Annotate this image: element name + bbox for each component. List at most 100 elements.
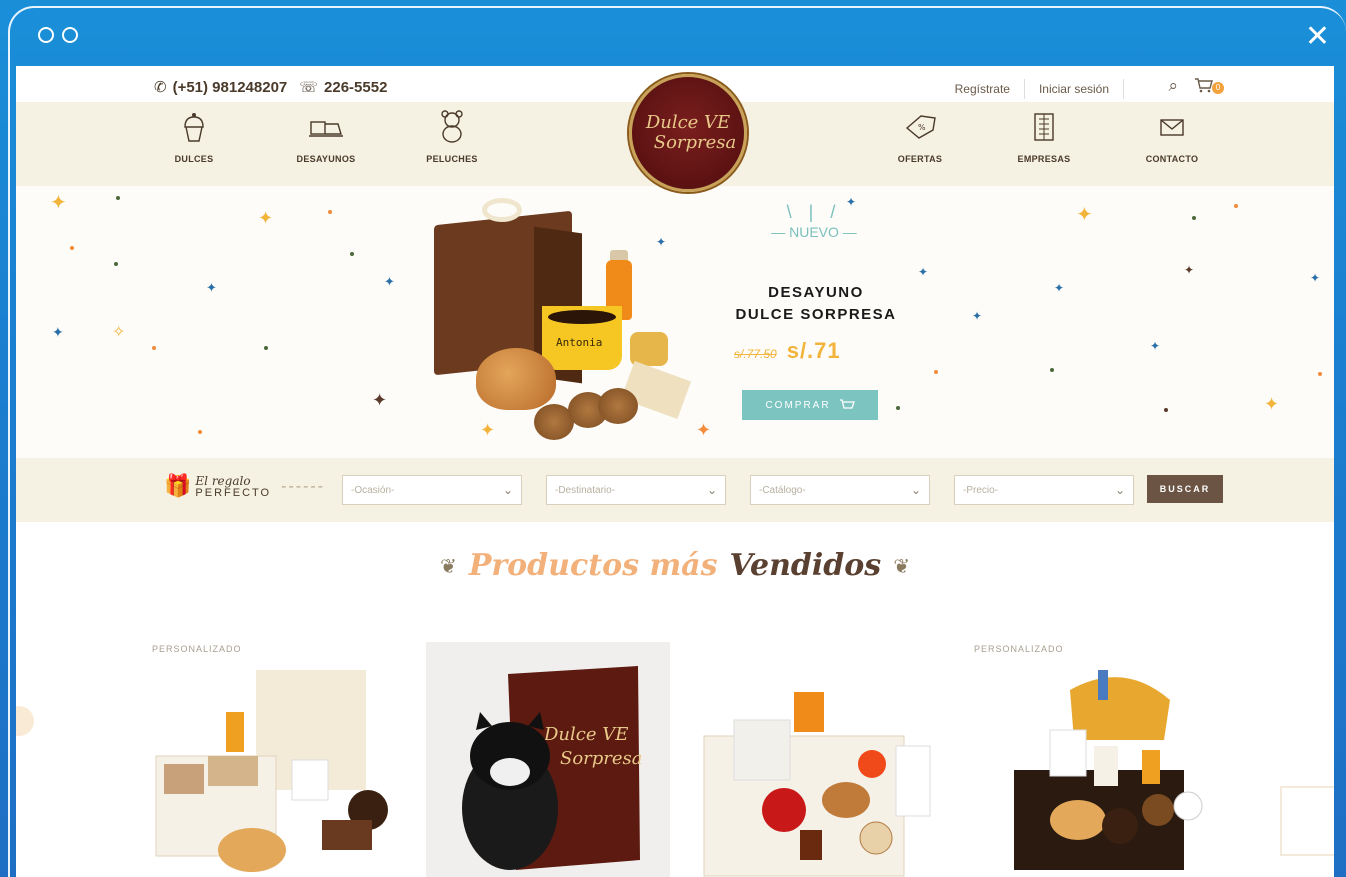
decor-dot xyxy=(114,262,118,266)
leaf-ornament-icon: ❦ xyxy=(440,553,457,578)
hero-banner: ✦ ✦ ✦ ✦ ✧ ✦ ✦ ✦ ✦ ✦ ✦ ✦ ✦ ✦ ✦ ✦ ✦ ✦ ✦ An… xyxy=(16,186,1334,458)
register-link[interactable]: Regístrate xyxy=(955,82,1010,96)
sparkle-icon: ✦ xyxy=(1310,271,1321,285)
catalog-select[interactable]: -Catálogo- ⌄ xyxy=(750,475,930,505)
chevron-down-icon: ⌄ xyxy=(502,483,513,497)
close-icon[interactable]: ✕ xyxy=(1305,22,1330,52)
nav-item-contacto[interactable]: CONTACTO xyxy=(1122,110,1222,164)
sparkle-icon: ✦ xyxy=(1054,281,1065,295)
svg-text:Sorpresa: Sorpresa xyxy=(560,748,643,769)
yellow-mug: Antonia xyxy=(542,306,622,370)
window-controls xyxy=(38,27,78,43)
discount-tag-icon: % xyxy=(870,110,970,144)
decor-dot xyxy=(896,406,900,410)
product-image xyxy=(1014,670,1203,870)
phone-icon: ☏ xyxy=(299,78,319,96)
cart-button[interactable]: 0 xyxy=(1194,76,1224,94)
buy-button-label: COMPRAR xyxy=(765,399,831,411)
new-badge: \ | / — NUEVO — xyxy=(759,202,869,242)
nav-item-ofertas[interactable]: % OFERTAS xyxy=(870,110,970,164)
product-card[interactable]: Dulce VE Sorpresa xyxy=(426,642,670,877)
product-tag: PERSONALIZADO xyxy=(974,644,1064,654)
phone-number[interactable]: 226-5552 xyxy=(324,79,387,96)
sparkle-icon: ✦ xyxy=(1264,394,1280,415)
search-icon[interactable]: ⌕ xyxy=(1168,76,1178,96)
nav-item-desayunos[interactable]: DESAYUNOS xyxy=(276,110,376,164)
new-price: s/.71 xyxy=(786,338,841,363)
sparkle-icon: ✦ xyxy=(384,275,395,290)
coffee xyxy=(548,310,616,324)
nav-label: DESAYUNOS xyxy=(296,154,356,164)
cart-icon xyxy=(1195,78,1213,93)
price-select[interactable]: -Precio- ⌄ xyxy=(954,475,1134,505)
envelope-icon xyxy=(1122,110,1222,144)
decor-shape xyxy=(16,706,34,736)
nav-label: PELUCHES xyxy=(426,154,478,164)
ribbon-bow xyxy=(482,198,522,222)
building-icon xyxy=(994,110,1094,144)
decor-dot xyxy=(152,346,156,350)
product-card[interactable]: PERSONALIZADO xyxy=(152,642,396,877)
window-dot-1[interactable] xyxy=(38,27,54,43)
product-image xyxy=(155,670,388,872)
decor-dot xyxy=(264,346,268,350)
select-value: -Ocasión- xyxy=(351,484,395,496)
product-card[interactable]: PERSONALIZADO xyxy=(974,642,1218,877)
cart-count-badge: 0 xyxy=(1212,82,1224,94)
hero-title-line1: DESAYUNO xyxy=(768,284,864,301)
logo-text-line2: Sorpresa xyxy=(653,132,737,153)
contact-phones: ✆ (+51) 981248207 ☏ 226-5552 xyxy=(154,78,387,96)
decor-dot xyxy=(1192,216,1196,220)
whatsapp-number[interactable]: (+51) 981248207 xyxy=(173,79,288,96)
gift-finder: 🎁 El regalo PERFECTO ------ -Ocasión- ⌄ … xyxy=(16,458,1334,522)
hero-title: DESAYUNO DULCE SORPRESA xyxy=(716,282,916,326)
sparkle-icon: ✦ xyxy=(972,309,983,323)
section-title: ❦ Productos más Vendidos ❦ xyxy=(16,548,1334,583)
product-image xyxy=(703,692,931,877)
login-link[interactable]: Iniciar sesión xyxy=(1039,82,1109,96)
sparkle-icon: ✧ xyxy=(112,322,126,341)
leaf-ornament-icon: ❦ xyxy=(893,553,910,578)
nav-item-dulces[interactable]: DULCES xyxy=(144,110,244,164)
hero-title-line2: DULCE SORPRESA xyxy=(735,306,897,323)
nav-label: OFERTAS xyxy=(897,154,943,164)
decor-dot xyxy=(198,430,202,434)
sparkle-icon: ✦ xyxy=(372,390,388,411)
decor-dot xyxy=(1164,408,1168,412)
logo-text-line1: Dulce VE xyxy=(645,112,731,133)
window-dot-2[interactable] xyxy=(62,27,78,43)
account-links: Regístrate Iniciar sesión xyxy=(955,79,1138,99)
select-value: -Precio- xyxy=(963,484,999,496)
sparkle-icon: ✦ xyxy=(1184,263,1195,277)
product-grid: PERSONALIZADO Dulce VE Sorpresa PERSONAL… xyxy=(152,642,1218,877)
product-card[interactable] xyxy=(700,642,944,877)
cookie xyxy=(598,388,638,424)
decor-dot xyxy=(350,252,354,256)
decor-dot xyxy=(70,246,74,250)
sparkle-icon: ✦ xyxy=(52,325,64,341)
breakfast-tray-icon xyxy=(276,110,376,144)
search-button[interactable]: BUSCAR xyxy=(1147,475,1223,503)
brand-logo[interactable]: Dulce VE Sorpresa xyxy=(629,74,747,192)
nav-label: EMPRESAS xyxy=(1017,154,1071,164)
section-title-part2: Vendidos xyxy=(729,548,882,583)
whatsapp-icon: ✆ xyxy=(154,78,167,96)
svg-text:Dulce VE: Dulce VE xyxy=(543,724,628,745)
product-tag: PERSONALIZADO xyxy=(152,644,242,654)
select-value: -Catálogo- xyxy=(759,484,806,496)
buy-button[interactable]: COMPRAR xyxy=(742,390,878,420)
nav-item-peluches[interactable]: PELUCHES xyxy=(402,110,502,164)
finder-title-script: El regalo xyxy=(195,473,251,488)
hero-product-image[interactable]: Antonia xyxy=(434,192,704,454)
hero-prices: s/.77.50 s/.71 xyxy=(734,338,841,364)
occasion-select[interactable]: -Ocasión- ⌄ xyxy=(342,475,522,505)
decor-shape xyxy=(1280,786,1334,856)
chevron-down-icon: ⌄ xyxy=(910,483,921,497)
nav-item-empresas[interactable]: EMPRESAS xyxy=(994,110,1094,164)
divider xyxy=(1123,79,1124,99)
decor-dot xyxy=(1050,368,1054,372)
sparkle-icon: ✦ xyxy=(258,208,274,229)
recipient-select[interactable]: -Destinatario- ⌄ xyxy=(546,475,726,505)
croissant xyxy=(476,348,556,410)
divider xyxy=(1023,79,1025,99)
